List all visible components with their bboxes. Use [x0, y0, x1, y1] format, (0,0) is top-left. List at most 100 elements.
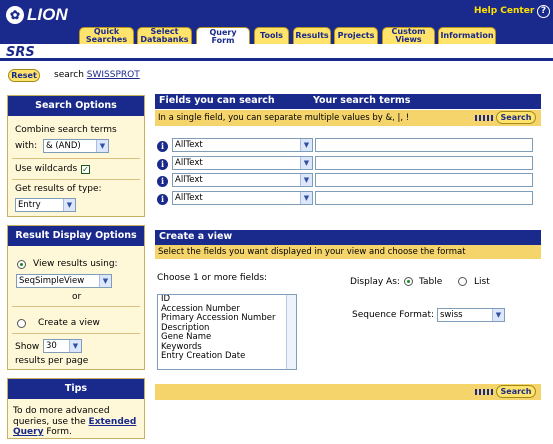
- display-options-panel: Result Display Options View results usin…: [7, 225, 145, 370]
- display-list-radio[interactable]: [458, 277, 467, 286]
- combine-label: Combine search terms: [15, 125, 117, 135]
- field-select-2[interactable]: AllText ▼: [172, 156, 313, 170]
- result-type-select[interactable]: Entry ▼: [15, 198, 76, 212]
- listbox-scrollbar[interactable]: [286, 295, 296, 369]
- tab-query-form[interactable]: Query Form: [196, 27, 250, 45]
- help-center-link[interactable]: Help Center: [474, 6, 534, 16]
- tab-label: Query Form: [209, 27, 237, 45]
- list-item[interactable]: Entry Creation Date: [158, 351, 296, 362]
- logo-text: LION: [27, 5, 68, 24]
- tips-text-2: queries, use the Extended: [13, 417, 136, 427]
- seq-format-label: Sequence Format:: [352, 310, 435, 320]
- tab-information[interactable]: Information: [438, 27, 496, 44]
- tab-quick-searches[interactable]: Quick Searches: [79, 27, 134, 44]
- tab-custom-views[interactable]: Custom Views: [382, 27, 435, 44]
- databank-link[interactable]: SWISSPROT: [87, 70, 140, 80]
- combine-operator-select[interactable]: & (AND) ▼: [43, 139, 109, 153]
- help-icon[interactable]: ?: [537, 5, 550, 18]
- search-go: Search: [475, 385, 536, 398]
- tips-text-3: Query Form.: [13, 427, 72, 437]
- bottom-search-bar: Search: [155, 384, 541, 400]
- search-button-top[interactable]: Search: [496, 111, 536, 124]
- seq-format-select[interactable]: swiss ▼: [437, 308, 505, 322]
- info-icon[interactable]: i: [157, 194, 168, 205]
- lion-logo[interactable]: ✿ LION: [6, 5, 68, 25]
- display-table-radio[interactable]: [404, 277, 413, 286]
- show-label: Show: [15, 342, 40, 352]
- wildcards-label: Use wildcards: [15, 164, 78, 174]
- paw-icon: ✿: [6, 6, 24, 24]
- view-results-label: View results using:: [33, 259, 118, 269]
- select-value: 30: [46, 341, 57, 351]
- field-select-3[interactable]: AllText ▼: [172, 173, 313, 187]
- select-value: AllText: [175, 140, 203, 150]
- panel-header: Tips: [8, 379, 144, 399]
- search-go: Search: [475, 111, 536, 124]
- arrow-icon: [475, 388, 493, 395]
- field-select-1[interactable]: AllText ▼: [172, 138, 313, 152]
- view-select[interactable]: SeqSimpleView ▼: [16, 274, 112, 288]
- arrow-icon: [475, 114, 493, 121]
- tips-panel: Tips To do more advanced queries, use th…: [7, 378, 145, 439]
- fields-hint-bar: In a single field, you can separate mult…: [155, 110, 541, 126]
- search-term-input-2[interactable]: [315, 156, 533, 170]
- select-value: Entry: [18, 200, 41, 210]
- tab-label: Information: [440, 31, 494, 40]
- search-options-panel: Search Options Combine search terms with…: [7, 95, 145, 217]
- view-results-radio[interactable]: [17, 260, 26, 269]
- page-title: SRS: [6, 45, 35, 60]
- display-as-label: Display As:: [350, 277, 400, 287]
- create-view-radio[interactable]: [17, 319, 26, 328]
- tab-label: Results: [295, 31, 329, 40]
- combine-with-label: with:: [15, 141, 38, 151]
- chevron-down-icon: ▼: [99, 275, 111, 287]
- tab-label: Quick Searches: [85, 27, 128, 44]
- info-icon[interactable]: i: [157, 176, 168, 187]
- create-view-label: Create a view: [38, 318, 100, 328]
- chevron-down-icon: ▼: [300, 174, 312, 186]
- select-value: SeqSimpleView: [19, 276, 85, 286]
- chevron-down-icon: ▼: [63, 199, 75, 211]
- extended-query-link-2[interactable]: Query: [13, 427, 43, 437]
- col-terms-label: Your search terms: [313, 95, 411, 106]
- fields-hint: In a single field, you can separate mult…: [158, 113, 410, 123]
- fields-header: Fields you can search Your search terms: [155, 94, 541, 109]
- view-fields-listbox[interactable]: ID Accession Number Primary Accession Nu…: [157, 294, 297, 370]
- panel-header: Search Options: [8, 96, 144, 116]
- tab-tools[interactable]: Tools: [254, 27, 289, 44]
- per-page-label: results per page: [15, 356, 89, 366]
- tab-select-databanks[interactable]: Select Databanks: [137, 27, 192, 44]
- choose-fields-label: Choose 1 or more fields:: [157, 273, 268, 283]
- results-per-page-select[interactable]: 30 ▼: [43, 339, 82, 353]
- search-term-input-1[interactable]: [315, 138, 533, 152]
- list-label: List: [474, 277, 490, 287]
- search-button-bottom[interactable]: Search: [496, 385, 536, 398]
- extended-query-link[interactable]: Extended: [89, 417, 137, 427]
- info-icon[interactable]: i: [157, 141, 168, 152]
- tips-text: Form.: [46, 427, 72, 437]
- info-icon[interactable]: i: [157, 159, 168, 170]
- wildcards-checkbox[interactable]: ✓: [81, 165, 90, 174]
- table-label: Table: [419, 277, 443, 287]
- tab-label: Select Databanks: [140, 27, 189, 44]
- select-value: AllText: [175, 193, 203, 203]
- view-hint-bar: Select the fields you want displayed in …: [155, 245, 541, 259]
- chevron-down-icon: ▼: [300, 157, 312, 169]
- select-value: AllText: [175, 175, 203, 185]
- search-term-input-4[interactable]: [315, 191, 533, 205]
- search-term-input-3[interactable]: [315, 173, 533, 187]
- create-view-title: Create a view: [159, 231, 233, 242]
- or-label: or: [72, 292, 82, 302]
- select-value: swiss: [440, 310, 463, 320]
- panel-header: Result Display Options: [8, 226, 144, 246]
- chevron-down-icon: ▼: [492, 309, 504, 321]
- search-prefix: search: [54, 70, 84, 80]
- sub-header: [0, 44, 553, 61]
- tab-results[interactable]: Results: [293, 27, 331, 44]
- tab-label: Tools: [260, 31, 283, 40]
- col-fields-label: Fields you can search: [159, 95, 275, 106]
- reset-button[interactable]: Reset: [8, 69, 40, 82]
- field-select-4[interactable]: AllText ▼: [172, 191, 313, 205]
- tab-projects[interactable]: Projects: [334, 27, 378, 44]
- search-databank-label: search SWISSPROT: [54, 70, 140, 80]
